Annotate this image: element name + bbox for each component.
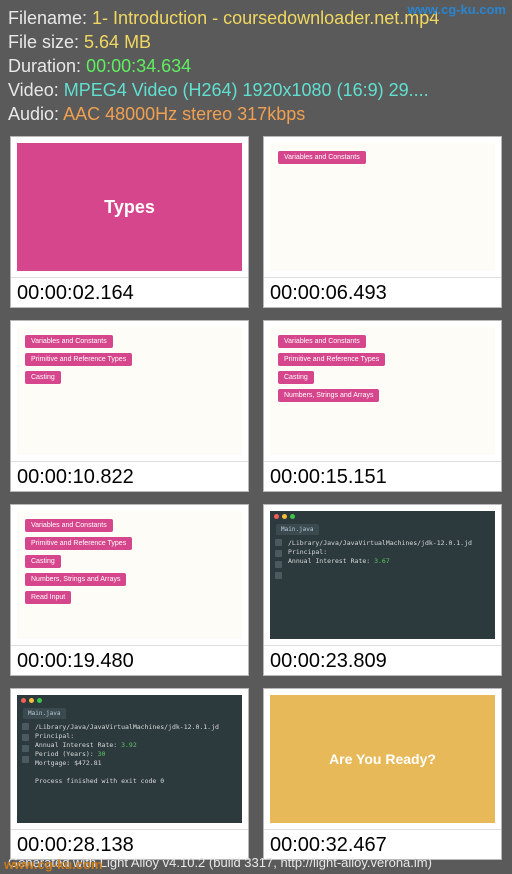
thumbnail-frame: Main.java /Library/Java/JavaVirtualMachi… [11, 689, 248, 829]
window-traffic-lights [274, 514, 295, 519]
meta-value: 00:00:34.634 [86, 56, 191, 76]
tool-side-icons [272, 539, 284, 579]
meta-audio: Audio: AAC 48000Hz stereo 317kbps [8, 102, 504, 126]
thumbnail-frame: Variables and Constants Primitive and Re… [11, 505, 248, 645]
timecode: 00:00:19.480 [11, 645, 248, 675]
thumbnail-frame: Variables and Constants Primitive and Re… [11, 321, 248, 461]
bullet-item: Casting [278, 371, 314, 384]
minimize-icon [29, 698, 34, 703]
tool-icon [22, 756, 29, 763]
tool-icon [275, 561, 282, 568]
tool-icon [275, 539, 282, 546]
thumbnail-cell: Variables and Constants Primitive and Re… [10, 320, 249, 492]
thumbnail-cell: Variables and Constants 00:00:06.493 [263, 136, 502, 308]
slide-terminal: Main.java /Library/Java/JavaVirtualMachi… [17, 695, 242, 823]
bullet-item: Casting [25, 371, 61, 384]
bullet-item: Primitive and Reference Types [278, 353, 385, 366]
meta-value: AAC 48000Hz stereo 317kbps [63, 104, 305, 124]
tool-icon [22, 723, 29, 730]
tool-icon [275, 572, 282, 579]
tool-icon [275, 550, 282, 557]
bullet-item: Primitive and Reference Types [25, 353, 132, 366]
tool-side-icons [19, 723, 31, 763]
maximize-icon [290, 514, 295, 519]
editor-tab: Main.java [23, 708, 66, 719]
slide-ready: Are You Ready? [270, 695, 495, 823]
file-metadata: Filename: 1- Introduction - coursedownlo… [0, 0, 512, 136]
thumbnail-frame: Main.java /Library/Java/JavaVirtualMachi… [264, 505, 501, 645]
tool-icon [22, 734, 29, 741]
timecode: 00:00:06.493 [264, 277, 501, 307]
close-icon [21, 698, 26, 703]
bullet-item: Variables and Constants [278, 151, 366, 164]
slide-bullets: Variables and Constants Primitive and Re… [17, 511, 242, 639]
thumbnail-cell: Are You Ready? 00:00:32.467 [263, 688, 502, 860]
slide-title: Are You Ready? [329, 751, 436, 767]
slide-types: Types [17, 143, 242, 271]
bullet-item: Variables and Constants [25, 519, 113, 532]
thumbnail-cell: Main.java /Library/Java/JavaVirtualMachi… [263, 504, 502, 676]
meta-filesize: File size: 5.64 MB [8, 30, 504, 54]
meta-label: File size: [8, 32, 79, 52]
meta-value: 1- Introduction - coursedownloader.net.m… [92, 8, 439, 28]
minimize-icon [282, 514, 287, 519]
bullet-item: Numbers, Strings and Arrays [278, 389, 379, 402]
meta-label: Audio: [8, 104, 59, 124]
slide-terminal: Main.java /Library/Java/JavaVirtualMachi… [270, 511, 495, 639]
meta-label: Video: [8, 80, 59, 100]
bullet-item: Read Input [25, 591, 71, 604]
meta-value: MPEG4 Video (H264) 1920x1080 (16:9) 29..… [64, 80, 429, 100]
thumbnail-cell: Variables and Constants Primitive and Re… [10, 504, 249, 676]
timecode: 00:00:10.822 [11, 461, 248, 491]
terminal-output: /Library/Java/JavaVirtualMachines/jdk-12… [35, 723, 240, 786]
thumbnail-frame: Types [11, 137, 248, 277]
slide-bullets: Variables and Constants Primitive and Re… [270, 327, 495, 455]
thumbnail-cell: Types 00:00:02.164 [10, 136, 249, 308]
editor-tab: Main.java [276, 524, 319, 535]
terminal-output: /Library/Java/JavaVirtualMachines/jdk-12… [288, 539, 493, 566]
meta-duration: Duration: 00:00:34.634 [8, 54, 504, 78]
timecode: 00:00:15.151 [264, 461, 501, 491]
thumbnail-cell: Variables and Constants Primitive and Re… [263, 320, 502, 492]
maximize-icon [37, 698, 42, 703]
bullet-item: Variables and Constants [25, 335, 113, 348]
tool-icon [22, 745, 29, 752]
meta-label: Duration: [8, 56, 81, 76]
bullet-item: Numbers, Strings and Arrays [25, 573, 126, 586]
bullet-item: Primitive and Reference Types [25, 537, 132, 550]
window-traffic-lights [21, 698, 42, 703]
slide-title: Types [104, 197, 155, 218]
slide-bullets: Variables and Constants [270, 143, 495, 271]
meta-label: Filename: [8, 8, 87, 28]
thumbnail-grid: Types 00:00:02.164 Variables and Constan… [0, 136, 512, 860]
bullet-item: Variables and Constants [278, 335, 366, 348]
watermark-bottom: www.cg-ku.com [4, 857, 102, 872]
close-icon [274, 514, 279, 519]
timecode: 00:00:02.164 [11, 277, 248, 307]
bullet-item: Casting [25, 555, 61, 568]
watermark-top: www.cg-ku.com [408, 2, 506, 17]
meta-value: 5.64 MB [84, 32, 151, 52]
thumbnail-frame: Are You Ready? [264, 689, 501, 829]
timecode: 00:00:23.809 [264, 645, 501, 675]
thumbnail-frame: Variables and Constants Primitive and Re… [264, 321, 501, 461]
thumbnail-cell: Main.java /Library/Java/JavaVirtualMachi… [10, 688, 249, 860]
meta-video: Video: MPEG4 Video (H264) 1920x1080 (16:… [8, 78, 504, 102]
thumbnail-frame: Variables and Constants [264, 137, 501, 277]
slide-bullets: Variables and Constants Primitive and Re… [17, 327, 242, 455]
